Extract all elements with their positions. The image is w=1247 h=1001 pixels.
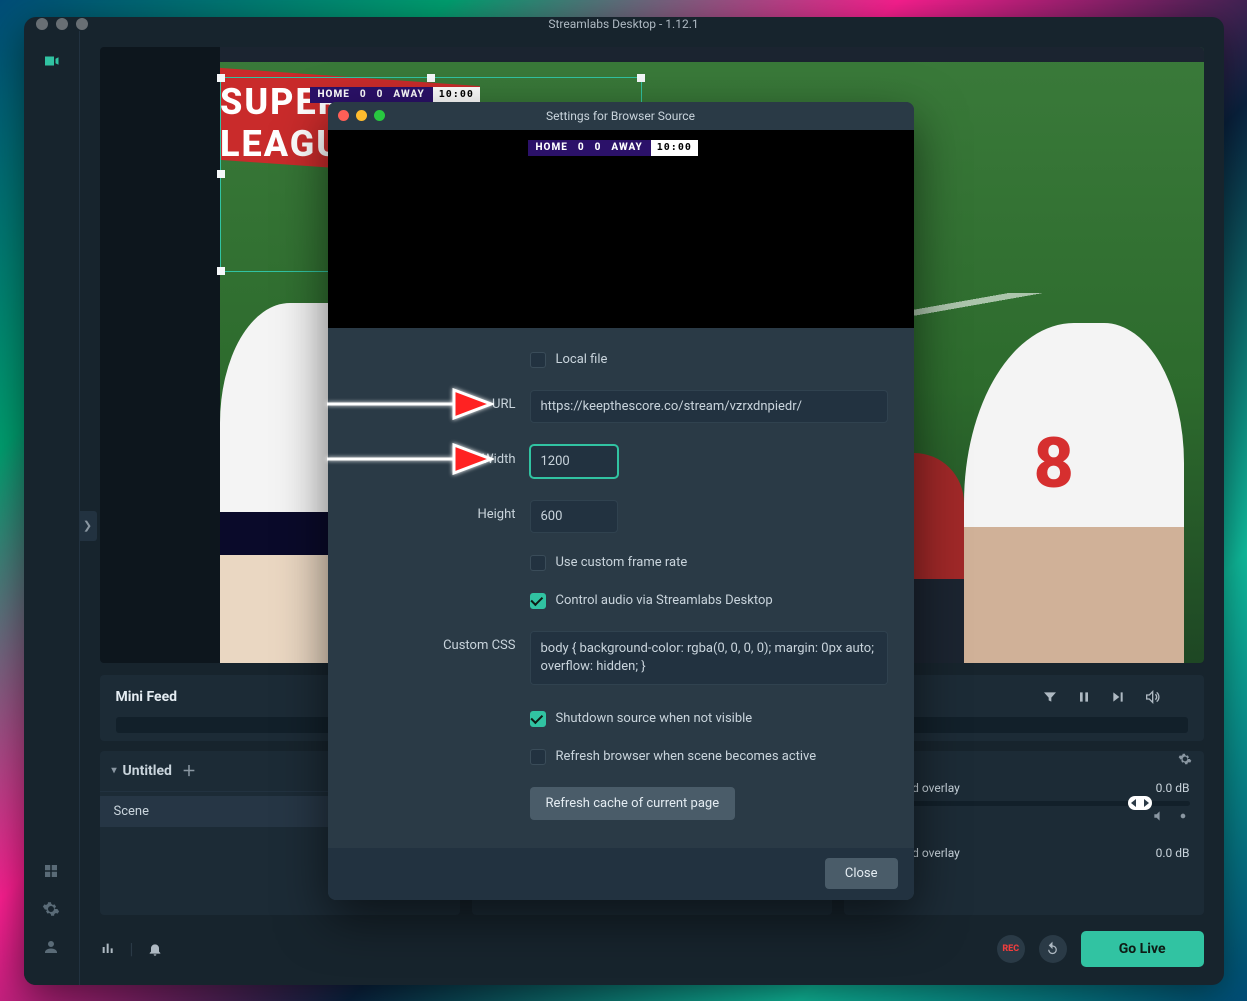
minimize-window-icon[interactable] <box>56 18 68 30</box>
home-score: 0 <box>578 142 585 153</box>
control-audio-label: Control audio via Streamlabs Desktop <box>556 593 773 608</box>
titlebar: Streamlabs Desktop - 1.12.1 <box>24 17 1224 31</box>
resize-handle[interactable] <box>217 170 225 178</box>
source-preview: HOME 0 0 AWAY 10:00 <box>328 130 914 328</box>
stats-icon[interactable] <box>100 941 116 957</box>
close-icon[interactable] <box>338 110 349 121</box>
resize-handle[interactable] <box>217 74 225 82</box>
local-file-checkbox[interactable]: Local file <box>530 352 888 368</box>
game-clock: 10:00 <box>433 87 480 103</box>
width-input[interactable] <box>530 445 618 478</box>
away-score: 0 <box>377 89 384 100</box>
shutdown-checkbox[interactable]: Shutdown source when not visible <box>530 711 888 727</box>
studio-icon[interactable] <box>41 51 61 71</box>
resize-handle[interactable] <box>427 74 435 82</box>
mixer-item-level: 0.0 dB <box>1156 781 1190 795</box>
refresh-active-label: Refresh browser when scene becomes activ… <box>556 749 817 764</box>
expand-sidebar-icon[interactable]: ❯ <box>79 511 97 541</box>
window-title: Streamlabs Desktop - 1.12.1 <box>24 17 1224 31</box>
mixer-item-level: 0.0 dB <box>1156 846 1190 860</box>
custom-fps-checkbox[interactable]: Use custom frame rate <box>530 555 888 571</box>
modal-title: Settings for Browser Source <box>328 109 914 123</box>
modal-titlebar: Settings for Browser Source <box>328 102 914 130</box>
window-controls <box>36 18 88 30</box>
close-button[interactable]: Close <box>825 858 898 889</box>
scoreboard-overlay: HOME 0 0 AWAY 10:00 <box>310 87 480 103</box>
refresh-cache-button[interactable]: Refresh cache of current page <box>530 787 736 820</box>
speaker-icon[interactable] <box>1152 809 1166 823</box>
annotation-arrow <box>319 382 494 426</box>
volume-knob[interactable] <box>1128 796 1152 810</box>
custom-css-label: Custom CSS <box>354 631 530 653</box>
gear-icon[interactable] <box>1178 752 1192 770</box>
zoom-icon[interactable] <box>374 110 385 121</box>
app-window: Streamlabs Desktop - 1.12.1 ❯ S <box>24 17 1224 985</box>
custom-css-input[interactable] <box>530 631 888 685</box>
annotation-arrow <box>319 437 494 481</box>
custom-fps-label: Use custom frame rate <box>556 555 688 570</box>
home-label: HOME <box>536 142 568 153</box>
apps-icon[interactable] <box>41 861 61 881</box>
skip-icon[interactable] <box>1110 689 1126 705</box>
home-label: HOME <box>318 89 350 100</box>
replay-buffer-button[interactable] <box>1039 935 1067 963</box>
control-audio-checkbox[interactable]: Control audio via Streamlabs Desktop <box>530 593 888 609</box>
url-input[interactable] <box>530 390 888 423</box>
height-label: Height <box>354 500 530 522</box>
notifications-icon[interactable] <box>147 941 163 957</box>
resize-handle[interactable] <box>217 267 225 275</box>
height-input[interactable] <box>530 500 618 533</box>
source-settings-modal: Settings for Browser Source HOME 0 0 AWA… <box>328 102 914 900</box>
pause-icon[interactable] <box>1076 689 1092 705</box>
maximize-window-icon[interactable] <box>76 18 88 30</box>
scene-collection-title[interactable]: Untitled <box>123 763 172 779</box>
local-file-label: Local file <box>556 352 608 367</box>
close-window-icon[interactable] <box>36 18 48 30</box>
scoreboard-overlay: HOME 0 0 AWAY 10:00 <box>528 140 698 156</box>
away-score: 0 <box>595 142 602 153</box>
away-label: AWAY <box>611 142 642 153</box>
volume-icon[interactable] <box>1144 689 1160 705</box>
shutdown-label: Shutdown source when not visible <box>556 711 753 726</box>
gear-icon[interactable] <box>1176 809 1190 823</box>
mini-feed-title: Mini Feed <box>116 689 178 705</box>
game-clock: 10:00 <box>651 140 698 156</box>
add-scene-icon[interactable]: ＋ <box>182 761 196 781</box>
home-score: 0 <box>360 89 367 100</box>
left-rail <box>24 31 80 985</box>
minimize-icon[interactable] <box>356 110 367 121</box>
player-right <box>964 323 1184 663</box>
login-icon[interactable] <box>41 937 61 957</box>
away-label: AWAY <box>393 89 424 100</box>
filter-icon[interactable] <box>1042 689 1058 705</box>
chevron-down-icon[interactable]: ▾ <box>112 765 117 776</box>
refresh-active-checkbox[interactable]: Refresh browser when scene becomes activ… <box>530 749 888 765</box>
resize-handle[interactable] <box>637 74 645 82</box>
settings-icon[interactable] <box>41 899 61 919</box>
go-live-button[interactable]: Go Live <box>1081 931 1204 967</box>
record-button[interactable]: REC <box>997 935 1025 963</box>
footer-bar: | REC Go Live <box>100 923 1204 975</box>
